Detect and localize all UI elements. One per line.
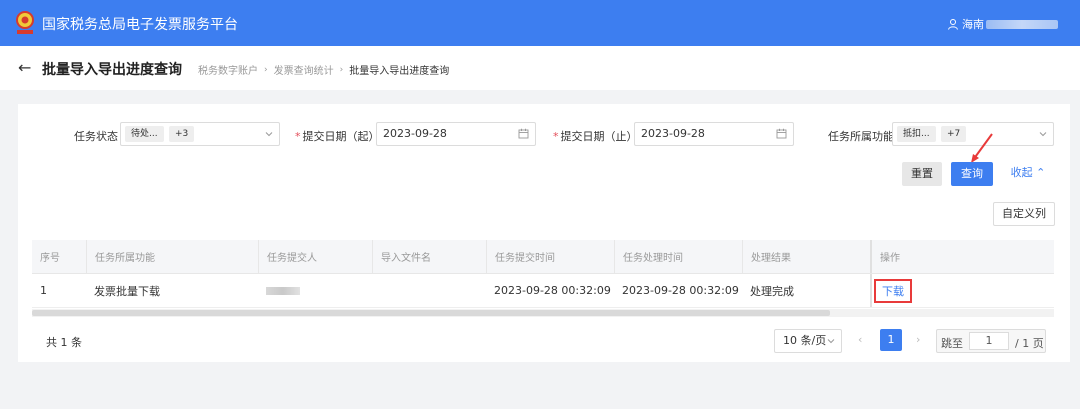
calendar-icon: [518, 128, 529, 139]
status-more-tag: +3: [169, 126, 195, 142]
user-name-masked: [986, 19, 1058, 29]
app-title: 国家税务总局电子发票服务平台: [42, 17, 238, 33]
column-header: 任务所属功能: [86, 240, 258, 273]
column-header: 序号: [40, 253, 60, 264]
column-header: 任务处理时间: [614, 240, 742, 273]
jump-page-input[interactable]: 1: [969, 332, 1009, 350]
column-header: 操作: [870, 240, 1054, 273]
chevron-down-icon: [265, 132, 273, 137]
query-card: 任务状态 待处... +3 * 提交日期（起） 2023-09-28 * 提交日期（…: [18, 104, 1070, 362]
collapse-button[interactable]: 收起 ⌃: [1008, 162, 1048, 186]
row-submit-time: 2023-09-28 00:32:09: [494, 284, 611, 297]
row-function: 发票批量下载: [94, 284, 160, 298]
prev-page-icon[interactable]: ‹: [858, 333, 862, 346]
column-header: 处理结果: [742, 240, 870, 273]
breadcrumb-current: 批量导入导出进度查询: [349, 66, 450, 77]
column-header: 任务提交人: [258, 240, 372, 273]
user-menu[interactable]: 海南: [947, 16, 1058, 32]
results-table: 序号 任务所属功能 任务提交人 导入文件名 任务提交时间 任务处理时间 处理结果…: [32, 240, 1054, 308]
function-label: 任务所属功能: [828, 130, 894, 143]
user-name: 海南: [962, 18, 984, 31]
page-jumper: 跳至 1 / 1 页: [936, 329, 1046, 353]
date-end-value: 2023-09-28: [641, 127, 705, 140]
total-count: 共 1 条: [46, 336, 82, 349]
collapse-label: 收起: [1010, 166, 1033, 179]
top-bar: 国家税务总局电子发票服务平台 海南: [0, 0, 1080, 46]
row-process-time: 2023-09-28 00:32:09: [622, 284, 739, 297]
submitter-masked: [266, 286, 300, 295]
status-select[interactable]: 待处... +3: [120, 122, 280, 146]
date-start-picker[interactable]: 2023-09-28: [376, 122, 536, 146]
tax-emblem-logo: [16, 11, 34, 34]
row-submitter: [258, 274, 372, 307]
scrollbar-thumb[interactable]: [32, 310, 830, 316]
function-tag: 抵扣...: [897, 126, 936, 142]
breadcrumb-item[interactable]: 发票查询统计: [274, 62, 334, 77]
column-header: 导入文件名: [372, 240, 486, 273]
user-icon: [948, 19, 958, 30]
chevron-right-icon: ›: [264, 64, 268, 75]
page-header: ← 批量导入导出进度查询 税务数字账户 › 发票查询统计 › 批量导入导出进度查…: [0, 46, 1080, 90]
calendar-icon: [776, 128, 787, 139]
breadcrumb: 税务数字账户 › 发票查询统计 › 批量导入导出进度查询: [198, 62, 450, 78]
row-index: 1: [40, 284, 47, 297]
date-start-label: * 提交日期（起）: [295, 130, 380, 143]
chevron-down-icon: [1039, 132, 1047, 137]
chevron-up-icon: ⌃: [1036, 166, 1046, 179]
row-result: 处理完成: [750, 284, 794, 298]
table-row: 1 发票批量下载 2023-09-28 00:32:09 2023-09-28 …: [32, 274, 1054, 308]
back-arrow-icon[interactable]: ←: [18, 58, 31, 77]
status-label: 任务状态: [74, 130, 118, 143]
jump-label: 跳至: [941, 337, 963, 350]
current-page-button[interactable]: 1: [880, 329, 902, 351]
status-tag: 待处...: [125, 126, 164, 142]
date-end-picker[interactable]: 2023-09-28: [634, 122, 794, 146]
next-page-icon[interactable]: ›: [916, 333, 920, 346]
function-more-tag: +7: [941, 126, 967, 142]
chevron-down-icon: [827, 339, 835, 344]
row-actions: 下载: [870, 274, 1054, 307]
query-button[interactable]: 查询: [951, 162, 993, 186]
custom-columns-button[interactable]: 自定义列: [993, 202, 1055, 226]
reset-button[interactable]: 重置: [902, 162, 942, 186]
table-header: 序号 任务所属功能 任务提交人 导入文件名 任务提交时间 任务处理时间 处理结果…: [32, 240, 1054, 274]
breadcrumb-item[interactable]: 税务数字账户: [198, 62, 258, 77]
page-size-select[interactable]: 10 条/页: [774, 329, 842, 353]
download-link[interactable]: 下载: [874, 278, 912, 303]
row-filename: [372, 274, 486, 307]
annotation-arrow: [971, 133, 993, 163]
date-end-label: * 提交日期（止）: [553, 130, 638, 143]
horizontal-scrollbar[interactable]: [32, 309, 1054, 317]
page-size-value: 10 条/页: [783, 334, 827, 347]
chevron-right-icon: ›: [339, 64, 344, 75]
page-count: / 1 页: [1015, 337, 1044, 350]
page-title: 批量导入导出进度查询: [42, 62, 182, 78]
column-header: 任务提交时间: [486, 240, 614, 273]
date-start-value: 2023-09-28: [383, 127, 447, 140]
